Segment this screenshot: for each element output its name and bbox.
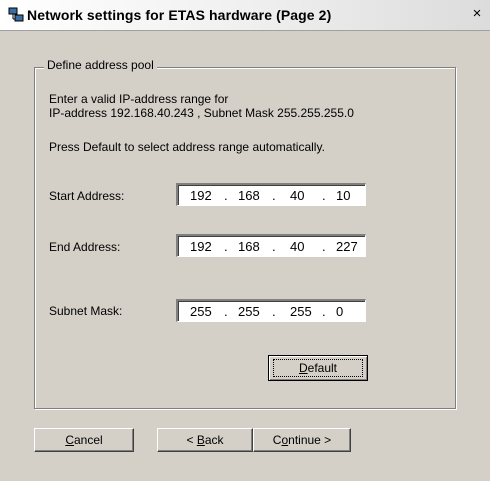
continue-button[interactable]: Continue > — [253, 428, 351, 452]
end-address-label: End Address: — [49, 240, 121, 254]
start-octet-3: 40 — [290, 188, 305, 203]
cancel-label: ancel — [73, 433, 103, 447]
group-legend: Define address pool — [44, 58, 157, 72]
mask-octet-4: 0 — [336, 304, 344, 319]
end-octet-2: 168 — [238, 239, 260, 254]
start-octet-2: 168 — [238, 188, 260, 203]
instruction-line-1: Enter a valid IP-address range for — [49, 92, 229, 106]
default-button[interactable]: Default — [268, 355, 368, 381]
back-button[interactable]: < Back — [157, 428, 253, 452]
end-octet-4: 227 — [336, 239, 358, 254]
start-octet-1: 192 — [190, 188, 212, 203]
end-octet-3: 40 — [290, 239, 305, 254]
octet-separator: . — [322, 239, 326, 254]
octet-separator: . — [272, 239, 276, 254]
start-address-input[interactable]: 192 . 168 . 40 . 10 — [176, 183, 366, 206]
focus-ring — [273, 359, 363, 377]
octet-separator: . — [224, 188, 228, 203]
octet-separator: . — [224, 304, 228, 319]
start-octet-4: 10 — [336, 188, 351, 203]
mask-octet-2: 255 — [238, 304, 260, 319]
back-label: ack — [204, 433, 224, 447]
continue-label: ntinue > — [288, 433, 332, 447]
cancel-button[interactable]: Cancel — [34, 428, 134, 452]
end-address-input[interactable]: 192 . 168 . 40 . 227 — [176, 234, 366, 257]
close-button[interactable]: × — [470, 6, 484, 21]
octet-separator: . — [272, 188, 276, 203]
title-bar: Network settings for ETAS hardware (Page… — [0, 0, 490, 31]
subnet-mask-input[interactable]: 255 . 255 . 255 . 0 — [176, 299, 366, 322]
back-prefix: < — [186, 433, 197, 447]
back-mnemonic: B — [196, 433, 205, 447]
window-title: Network settings for ETAS hardware (Page… — [27, 7, 332, 23]
octet-separator: . — [322, 188, 326, 203]
instruction-line-2: IP-address 192.168.40.243 , Subnet Mask … — [49, 106, 354, 120]
default-hint: Press Default to select address range au… — [49, 140, 325, 154]
network-icon — [8, 7, 24, 22]
mask-octet-1: 255 — [190, 304, 212, 319]
octet-separator: . — [224, 239, 228, 254]
subnet-mask-label: Subnet Mask: — [49, 304, 123, 318]
octet-separator: . — [272, 304, 276, 319]
end-octet-1: 192 — [190, 239, 212, 254]
cancel-mnemonic: C — [65, 433, 74, 447]
start-address-label: Start Address: — [49, 189, 125, 203]
octet-separator: . — [322, 304, 326, 319]
mask-octet-3: 255 — [290, 304, 312, 319]
